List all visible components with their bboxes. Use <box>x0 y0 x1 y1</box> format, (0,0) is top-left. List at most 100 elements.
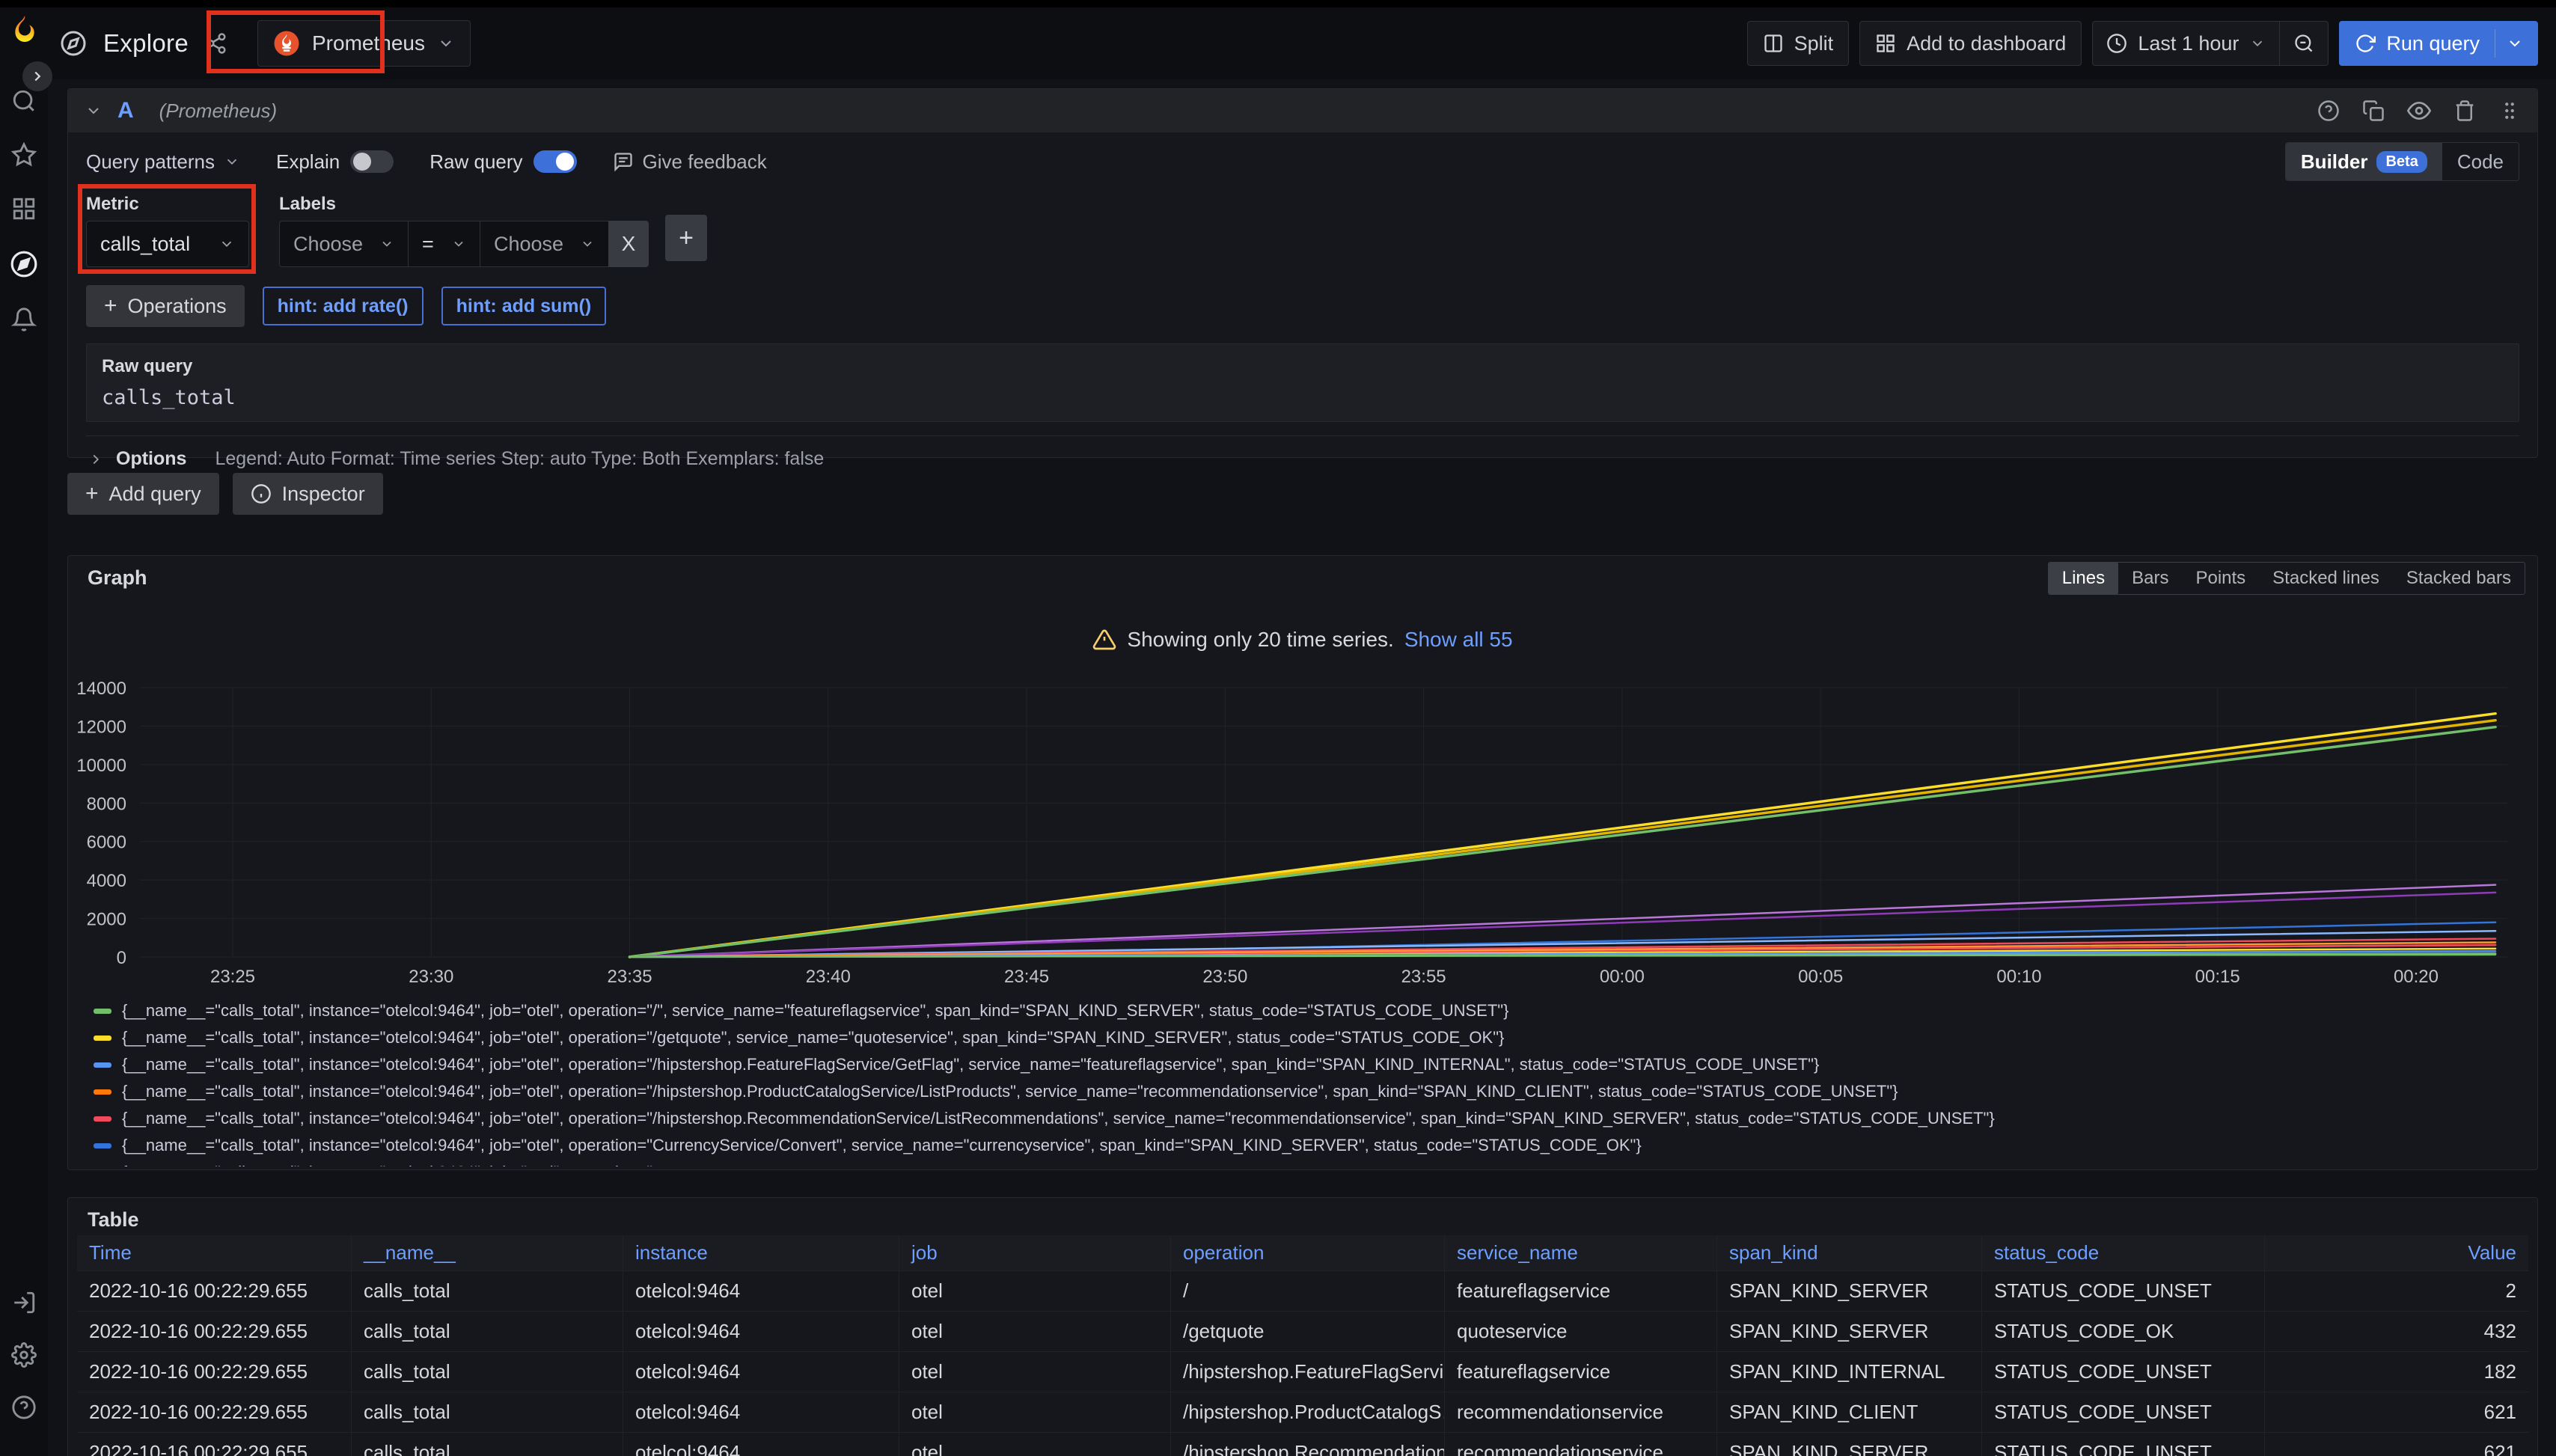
query-patterns-dropdown[interactable]: Query patterns <box>86 150 240 174</box>
hint-add-sum-button[interactable]: hint: add sum() <box>441 287 607 325</box>
raw-query-toggle-label: Raw query <box>429 150 522 174</box>
raw-query-toggle[interactable] <box>533 150 577 173</box>
cell-value: 621 <box>2265 1433 2528 1456</box>
delete-query-trash-icon[interactable] <box>2453 100 2476 122</box>
datasource-name: Prometheus <box>312 31 425 55</box>
hint-add-rate-button[interactable]: hint: add rate() <box>263 287 424 325</box>
add-label-filter-button[interactable]: + <box>665 215 707 261</box>
cell-time: 2022-10-16 00:22:29.655 <box>77 1312 352 1351</box>
operations-button[interactable]: + Operations <box>86 285 245 327</box>
settings-gear-icon[interactable] <box>11 1342 37 1368</box>
alerting-bell-icon[interactable] <box>11 307 37 332</box>
legend-item[interactable]: {__name__="calls_total", instance="otelc… <box>94 1024 2527 1051</box>
grafana-logo[interactable] <box>7 13 42 48</box>
column-header-time[interactable]: Time <box>77 1235 352 1270</box>
info-circle-icon <box>251 483 272 504</box>
legend-item[interactable]: {__name__="calls_total", instance="otelc… <box>94 1132 2527 1159</box>
time-series-chart[interactable]: 0200040006000800010000120001400023:2523:… <box>68 556 2539 993</box>
column-header-instance[interactable]: instance <box>623 1235 899 1270</box>
cell-service-name: recommendationservice <box>1445 1392 1717 1432</box>
cell-service-name: featureflagservice <box>1445 1352 1717 1392</box>
help-icon[interactable] <box>11 1395 37 1420</box>
legend-color-swatch <box>94 1009 111 1014</box>
column-header-operation[interactable]: operation <box>1171 1235 1445 1270</box>
run-query-button[interactable]: Run query <box>2339 21 2538 66</box>
query-help-icon[interactable] <box>2317 100 2340 122</box>
split-button[interactable]: Split <box>1747 21 1850 66</box>
search-icon[interactable] <box>11 88 37 114</box>
explain-toggle[interactable] <box>350 150 394 173</box>
duplicate-query-icon[interactable] <box>2362 100 2385 122</box>
explore-compass-icon[interactable] <box>10 250 38 278</box>
cell-instance: otelcol:9464 <box>623 1312 899 1351</box>
drag-handle-icon[interactable] <box>2498 100 2521 122</box>
raw-query-preview: Raw query calls_total <box>86 343 2519 422</box>
svg-text:23:40: 23:40 <box>806 967 851 987</box>
collapse-chevron-icon[interactable] <box>85 102 103 120</box>
add-to-dashboard-label: Add to dashboard <box>1907 32 2066 55</box>
svg-text:12000: 12000 <box>76 717 126 737</box>
legend-item[interactable]: {__name__="calls_total", instance="otelc… <box>94 1051 2527 1078</box>
cell-time: 2022-10-16 00:22:29.655 <box>77 1392 352 1432</box>
cell-span-kind: SPAN_KIND_SERVER <box>1717 1433 1982 1456</box>
chevron-down-icon <box>379 236 394 251</box>
label-operator-select[interactable]: = <box>408 221 480 267</box>
sign-in-icon[interactable] <box>11 1290 37 1315</box>
sidebar-expand-button[interactable] <box>22 61 52 91</box>
svg-text:23:55: 23:55 <box>1401 967 1446 987</box>
query-row-header[interactable]: A (Prometheus) <box>68 89 2537 132</box>
label-key-select[interactable]: Choose <box>279 221 408 267</box>
give-feedback-link[interactable]: Give feedback <box>613 150 767 174</box>
legend-label: {__name__="calls_total", instance="otelc… <box>122 1055 1819 1074</box>
refresh-icon <box>2355 33 2376 54</box>
share-icon[interactable] <box>205 32 227 55</box>
cell-value: 621 <box>2265 1392 2528 1432</box>
legend-item[interactable]: {__name__="calls_total", instance="otelc… <box>94 1159 2527 1166</box>
legend-item[interactable]: {__name__="calls_total", instance="otelc… <box>94 1078 2527 1105</box>
disable-query-eye-icon[interactable] <box>2407 99 2431 123</box>
column-header-servicename[interactable]: service_name <box>1445 1235 1717 1270</box>
column-header-name[interactable]: __name__ <box>352 1235 623 1270</box>
add-to-dashboard-button[interactable]: Add to dashboard <box>1859 21 2082 66</box>
svg-text:00:10: 00:10 <box>1996 967 2041 987</box>
cell-job: otel <box>899 1312 1171 1351</box>
starred-icon[interactable] <box>11 142 37 168</box>
add-query-button[interactable]: + Add query <box>67 473 219 515</box>
explain-label: Explain <box>276 150 340 174</box>
give-feedback-label: Give feedback <box>643 150 767 174</box>
options-collapser[interactable]: Options Legend: Auto Format: Time series… <box>86 435 2519 470</box>
inspector-button[interactable]: Inspector <box>233 473 383 515</box>
builder-mode-button[interactable]: Builder Beta <box>2286 143 2442 180</box>
page-title: Explore <box>103 29 189 58</box>
cell-value: 182 <box>2265 1352 2528 1392</box>
metric-field: Metric calls_total <box>86 194 249 267</box>
inspector-label: Inspector <box>282 483 365 506</box>
table-row: 2022-10-16 00:22:29.655 calls_total otel… <box>77 1433 2528 1456</box>
column-header-job[interactable]: job <box>899 1235 1171 1270</box>
legend-item[interactable]: {__name__="calls_total", instance="otelc… <box>94 997 2527 1024</box>
column-header-spankind[interactable]: span_kind <box>1717 1235 1982 1270</box>
chevron-right-icon <box>88 451 104 468</box>
datasource-picker[interactable]: Prometheus <box>257 20 471 67</box>
options-label: Options <box>116 448 186 470</box>
builder-code-switch: Builder Beta Code <box>2285 142 2519 181</box>
cell-time: 2022-10-16 00:22:29.655 <box>77 1352 352 1392</box>
metric-select[interactable]: calls_total <box>86 221 249 267</box>
legend-item[interactable]: {__name__="calls_total", instance="otelc… <box>94 1105 2527 1132</box>
top-black-strip <box>0 0 2556 7</box>
cell-instance: otelcol:9464 <box>623 1433 899 1456</box>
column-header-statuscode[interactable]: status_code <box>1982 1235 2265 1270</box>
svg-text:23:50: 23:50 <box>1202 967 1247 987</box>
compass-icon <box>60 30 87 57</box>
code-mode-button[interactable]: Code <box>2442 143 2519 180</box>
column-header-value[interactable]: Value <box>2265 1235 2528 1270</box>
run-query-dropdown-chevron[interactable] <box>2495 29 2530 58</box>
legend-label: {__name__="calls_total", instance="otelc… <box>122 1109 1995 1128</box>
dashboards-icon[interactable] <box>11 196 37 221</box>
zoom-out-time-button[interactable] <box>2279 22 2328 65</box>
query-datasource-hint: (Prometheus) <box>159 100 278 123</box>
remove-label-filter-button[interactable]: X <box>608 221 649 267</box>
label-value-select[interactable]: Choose <box>480 221 608 267</box>
time-range-button[interactable]: Last 1 hour <box>2093 22 2279 65</box>
cell-name: calls_total <box>352 1312 623 1351</box>
